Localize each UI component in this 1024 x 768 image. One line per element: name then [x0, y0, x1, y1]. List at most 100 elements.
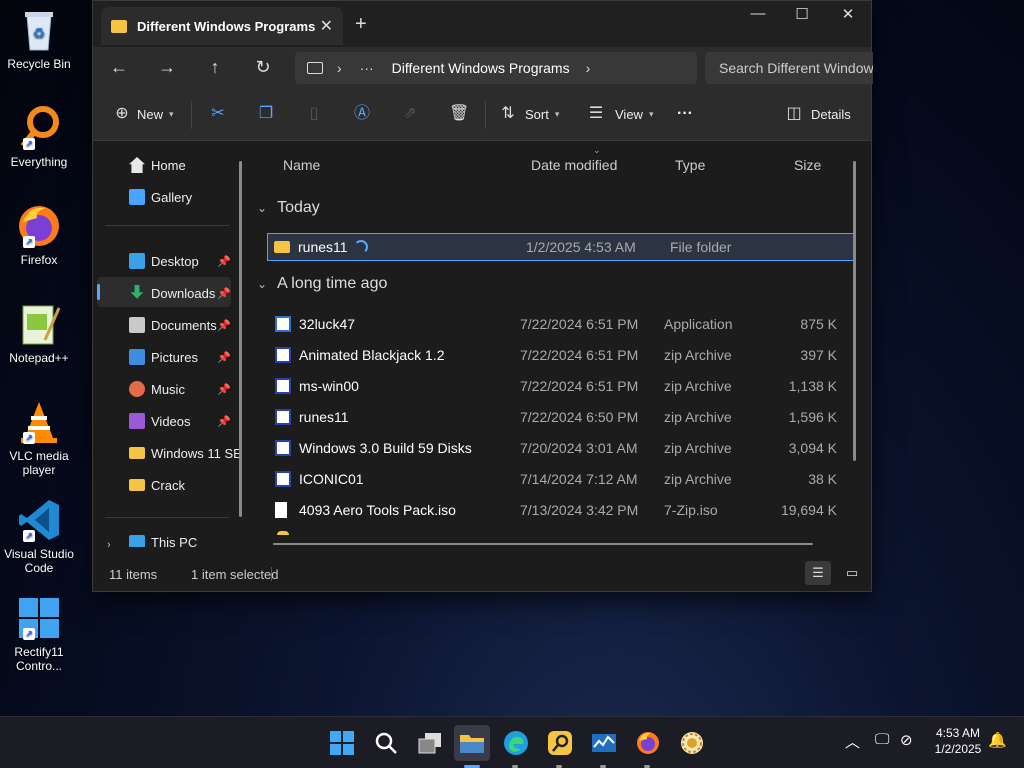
table-row[interactable]: ICONIC01 7/14/2024 7:12 AM zip Archive 3…	[263, 465, 855, 493]
column-header-date-modified[interactable]: Date modified	[531, 157, 617, 173]
vertical-scrollbar[interactable]	[853, 161, 856, 461]
breadcrumb-ellipsis[interactable]: ···	[360, 60, 374, 76]
download-icon	[130, 285, 144, 299]
shortcut-arrow-icon: ↗	[23, 432, 35, 444]
copy-button[interactable]: ❐	[257, 105, 275, 123]
tab-different-windows-programs[interactable]: Different Windows Programs ✕	[101, 7, 343, 45]
delete-button[interactable]: 🗑	[449, 105, 469, 123]
rename-button[interactable]: Ⓐ	[353, 105, 371, 123]
videos-icon	[129, 413, 145, 429]
desktop-icon-recycle-bin[interactable]: ♻ Recycle Bin	[4, 6, 74, 71]
group-header-today[interactable]: ⌄ Today	[257, 199, 320, 217]
command-bar: ⊕ New ▾ ✂ ❐ ▯ Ⓐ ⇗ 🗑 ⇅ Sort ▾ ☰ View ▾ ··…	[93, 89, 871, 141]
back-button[interactable]: ←	[107, 57, 131, 78]
firefox-icon[interactable]	[630, 725, 666, 761]
sidebar-item-crack[interactable]: Crack	[129, 471, 185, 499]
desktop-icon-label: Recycle Bin	[7, 57, 71, 71]
app-icon[interactable]	[674, 725, 710, 761]
refresh-button[interactable]: ↻	[251, 57, 275, 78]
sort-button[interactable]: ⇅ Sort ▾	[499, 105, 559, 123]
edge-icon[interactable]	[498, 725, 534, 761]
chevron-down-icon: ▾	[554, 108, 560, 119]
new-tab-button[interactable]: +	[355, 13, 367, 36]
column-header-name[interactable]: Name	[283, 157, 320, 173]
clock[interactable]: 4:53 AM 1/2/2025	[918, 725, 998, 757]
file-date: 7/13/2024 3:42 PM	[520, 502, 639, 518]
desktop-icon-everything[interactable]: ↗ Everything	[4, 104, 74, 169]
desktop-icon-vscode[interactable]: ↗ Visual Studio Code	[4, 496, 74, 575]
display-icon[interactable]: 🖵	[875, 731, 889, 748]
nav-pane-scrollbar[interactable]	[239, 161, 242, 517]
sidebar-item-this-pc[interactable]: This PC	[129, 535, 197, 547]
pin-icon: 📌	[217, 320, 231, 332]
desktop-icon-notepad-plus-plus[interactable]: Notepad++	[4, 300, 74, 365]
chevron-up-icon[interactable]: ︿	[845, 731, 860, 752]
sort-label: Sort	[525, 106, 549, 122]
task-manager-icon[interactable]	[586, 725, 622, 761]
breadcrumb-current[interactable]: Different Windows Programs	[392, 60, 570, 76]
network-icon[interactable]: ⊘	[900, 731, 913, 749]
desktop-icon-firefox[interactable]: ↗ Firefox	[4, 202, 74, 267]
chevron-right-icon[interactable]: ›	[586, 60, 591, 76]
column-header-type[interactable]: Type	[675, 157, 705, 173]
forward-button[interactable]: →	[155, 57, 179, 78]
sidebar-item-videos[interactable]: Videos	[129, 407, 191, 435]
close-window-button[interactable]: ✕	[825, 5, 871, 23]
table-row[interactable]: runes11 7/22/2024 6:50 PM zip Archive 1,…	[263, 403, 855, 431]
paste-button[interactable]: ▯	[305, 105, 323, 123]
table-row[interactable]: 32luck47 7/22/2024 6:51 PM Application 8…	[263, 310, 855, 338]
table-row[interactable]: Windows 3.0 Build 59 Disks 7/20/2024 3:0…	[263, 434, 855, 462]
share-button[interactable]: ⇗	[401, 105, 419, 123]
desktop-icon-rectify11[interactable]: ↗ Rectify11 Contro...	[4, 594, 74, 673]
search-icon[interactable]	[368, 725, 404, 761]
sidebar-item-pictures[interactable]: Pictures	[129, 343, 198, 371]
sidebar-item-windows-11-se[interactable]: Windows 11 SE	[129, 439, 242, 467]
sidebar-item-downloads[interactable]: Downloads	[129, 279, 215, 307]
sidebar-item-music[interactable]: Music	[129, 375, 185, 403]
desktop-icon-vlc[interactable]: ↗ VLC media player	[4, 398, 74, 477]
new-button[interactable]: ⊕ New ▾	[113, 105, 173, 123]
see-more-button[interactable]: ···	[677, 105, 693, 123]
sidebar-item-documents[interactable]: Documents	[129, 311, 217, 339]
notification-bell-icon[interactable]: 🔔	[988, 731, 1007, 749]
pin-icon: 📌	[217, 256, 231, 268]
start-icon[interactable]	[324, 725, 360, 761]
item-count: 11 items	[109, 567, 158, 582]
minimize-button[interactable]: —	[735, 5, 781, 22]
group-header-long-ago[interactable]: ⌄ A long time ago	[257, 275, 387, 293]
chevron-down-icon: ⌄	[257, 201, 268, 215]
file-date: 7/20/2024 3:01 AM	[520, 440, 638, 456]
tiles-view-icon[interactable]: ▭	[841, 561, 863, 585]
maximize-button[interactable]: ☐	[779, 5, 825, 23]
everything-icon[interactable]	[542, 725, 578, 761]
sidebar-item-home[interactable]: Home	[129, 151, 186, 179]
sidebar-item-desktop[interactable]: Desktop	[129, 247, 199, 275]
sidebar-item-gallery[interactable]: Gallery	[129, 183, 192, 211]
file-size: 19,694 K	[780, 502, 837, 518]
desktop-icon-label: Notepad++	[9, 351, 69, 365]
sidebar-item-label: This PC	[151, 535, 198, 547]
view-button[interactable]: ☰ View ▾	[587, 105, 654, 123]
table-row[interactable]: 4093 Aero Tools Pack.iso 7/13/2024 3:42 …	[263, 496, 855, 524]
table-row[interactable]: runes11 1/2/2025 4:53 AM File folder	[267, 233, 855, 261]
zip-icon	[275, 409, 291, 425]
address-input[interactable]: › ··· Different Windows Programs ›	[295, 52, 697, 84]
table-row[interactable]: ms-win00 7/22/2024 6:51 PM zip Archive 1…	[263, 372, 855, 400]
table-row[interactable]: Animated Blackjack 1.2 7/22/2024 6:51 PM…	[263, 341, 855, 369]
file-list: Name Date modified ⌄ Type Size ⌄ Today r…	[253, 143, 857, 547]
file-type: Application	[664, 316, 733, 332]
recycle-bin-icon: ♻	[15, 6, 63, 54]
file-explorer-icon[interactable]	[454, 725, 490, 761]
horizontal-scrollbar[interactable]	[273, 543, 813, 545]
cut-button[interactable]: ✂	[209, 105, 227, 123]
column-header-size[interactable]: Size	[794, 157, 821, 173]
up-button[interactable]: ↑	[203, 57, 227, 78]
title-bar: Different Windows Programs ✕ + — ☐ ✕	[93, 1, 871, 47]
details-view-icon[interactable]: ☰	[805, 561, 831, 585]
task-view-icon[interactable]	[412, 725, 448, 761]
close-tab-icon[interactable]: ✕	[320, 16, 333, 36]
chevron-right-icon[interactable]: ›	[337, 60, 342, 76]
details-pane-button[interactable]: ◫ Details	[785, 105, 850, 123]
search-input[interactable]: Search Different Windows	[705, 52, 873, 84]
expand-this-pc-icon[interactable]: ›	[107, 539, 111, 551]
